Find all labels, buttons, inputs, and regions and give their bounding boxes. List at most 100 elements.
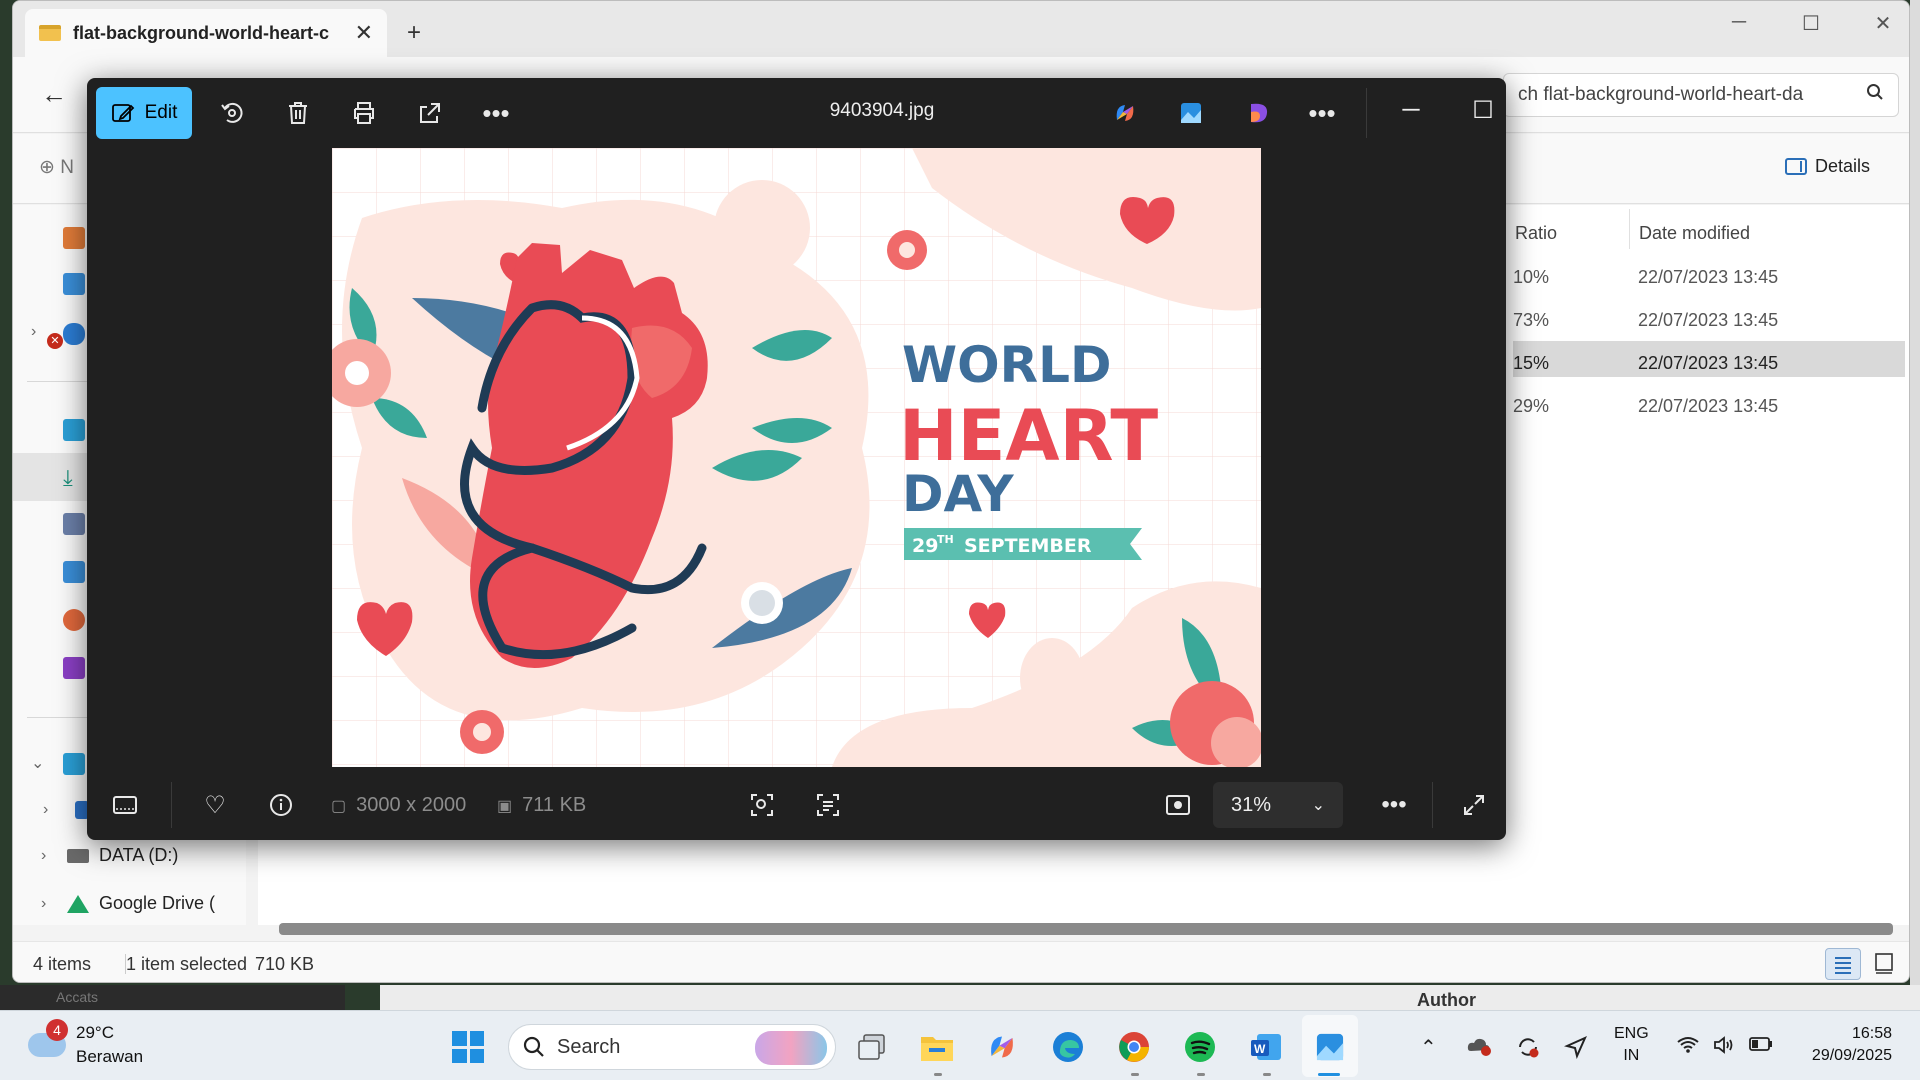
fit-screen-icon[interactable] [1161, 788, 1195, 822]
horizontal-scrollbar[interactable] [279, 923, 1893, 935]
tab-close-icon[interactable]: ✕ [355, 20, 373, 46]
chevron-right-icon[interactable]: › [43, 801, 59, 819]
home-icon[interactable] [63, 227, 85, 249]
table-cell-date[interactable]: 22/07/2023 13:45 [1638, 396, 1778, 417]
image-text-day: DAY [902, 465, 1014, 523]
close-button[interactable]: ✕ [1863, 11, 1903, 36]
wifi-icon[interactable] [1676, 1035, 1700, 1061]
image-file-size: ▣ 711 KB [497, 794, 586, 817]
more-options-icon[interactable]: ••• [479, 96, 513, 130]
explorer-search-box[interactable]: ch flat-background-world-heart-da [1503, 73, 1899, 117]
chevron-right-icon[interactable]: › [41, 847, 57, 865]
clock[interactable]: 16:58 29/09/2025 [1796, 1023, 1892, 1067]
downloads-icon[interactable]: ⤓ [63, 465, 85, 490]
battery-icon[interactable] [1748, 1035, 1774, 1059]
spotify-icon[interactable] [1181, 1028, 1219, 1066]
table-cell-date[interactable]: 22/07/2023 13:45 [1638, 310, 1778, 331]
column-header-date-modified[interactable]: Date modified [1639, 223, 1750, 244]
rotate-icon[interactable] [215, 96, 249, 130]
explorer-search-text[interactable]: ch flat-background-world-heart-da [1518, 84, 1866, 106]
chevron-right-icon[interactable]: › [31, 323, 47, 341]
weather-temperature: 29°C [76, 1023, 114, 1042]
sidebar-item-label: Google Drive ( [99, 893, 216, 913]
zoom-value: 31% [1231, 793, 1272, 816]
show-hidden-icons-chevron-icon[interactable]: ⌃ [1420, 1035, 1437, 1060]
volume-icon[interactable] [1712, 1035, 1736, 1061]
filmstrip-icon[interactable] [108, 788, 142, 822]
table-cell-date[interactable]: 22/07/2023 13:45 [1638, 267, 1778, 288]
music-icon[interactable] [63, 609, 85, 631]
more-options-icon[interactable]: ••• [1377, 788, 1411, 822]
back-arrow-icon[interactable]: ← [41, 79, 67, 110]
maximize-button[interactable]: ☐ [1791, 11, 1831, 36]
documents-icon[interactable] [63, 513, 85, 535]
more-options-icon[interactable]: ••• [1305, 96, 1339, 130]
share-icon[interactable] [413, 96, 447, 130]
copilot-icon[interactable] [983, 1028, 1021, 1066]
designer-icon[interactable] [1242, 96, 1276, 130]
chrome-icon[interactable] [1115, 1028, 1153, 1066]
image-text-world: WORLD [902, 336, 1112, 394]
start-button[interactable] [452, 1031, 484, 1063]
task-view-icon[interactable] [853, 1028, 891, 1066]
new-button[interactable]: ⊕ N [39, 156, 74, 179]
location-arrow-icon[interactable] [1563, 1035, 1588, 1065]
file-explorer-icon[interactable] [918, 1028, 956, 1066]
file-size-value: 711 KB [522, 794, 587, 816]
maximize-button[interactable]: ☐ [1463, 96, 1503, 125]
sync-icon[interactable] [1516, 1035, 1540, 1065]
new-button-label: N [60, 157, 74, 178]
details-view-button[interactable] [1825, 948, 1861, 980]
visual-search-icon[interactable] [745, 788, 779, 822]
photos-bottom-bar: ♡ ▢ 3000 x 2000 ▣ 711 KB 31% ⌄ ••• [87, 772, 1506, 840]
photos-app-icon[interactable] [1174, 96, 1208, 130]
delete-icon[interactable] [281, 96, 315, 130]
onedrive-icon[interactable] [63, 323, 85, 345]
minimize-button[interactable]: ─ [1719, 11, 1759, 34]
photos-app-icon[interactable] [1311, 1028, 1349, 1066]
dimensions-value: 3000 x 2000 [356, 794, 467, 816]
photo-canvas[interactable]: WORLD HEART DAY 29 TH SEPTEMBER [332, 148, 1261, 767]
taskbar-search-box[interactable]: Search [508, 1024, 836, 1070]
running-indicator [934, 1073, 942, 1076]
print-icon[interactable] [347, 96, 381, 130]
gallery-icon[interactable] [63, 273, 85, 295]
weather-badge: 4 [46, 1019, 68, 1041]
fullscreen-expand-icon[interactable] [1457, 788, 1491, 822]
word-icon[interactable]: W [1247, 1028, 1285, 1066]
folder-icon [39, 25, 61, 41]
language-indicator[interactable]: ENG IN [1614, 1023, 1649, 1067]
this-pc-icon[interactable] [63, 753, 85, 775]
info-icon[interactable] [264, 788, 298, 822]
column-header-ratio[interactable]: Ratio [1515, 223, 1557, 244]
active-indicator [1318, 1073, 1340, 1076]
chevron-down-icon[interactable]: ⌄ [31, 753, 47, 773]
new-tab-button[interactable]: + [407, 19, 421, 47]
table-cell-ratio[interactable]: 15% [1513, 353, 1549, 374]
table-cell-ratio[interactable]: 73% [1513, 310, 1549, 331]
favorite-heart-icon[interactable]: ♡ [198, 788, 232, 822]
tiles-view-button[interactable] [1867, 948, 1903, 980]
table-cell-ratio[interactable]: 29% [1513, 396, 1549, 417]
copilot-icon[interactable] [1108, 96, 1142, 130]
image-dimensions: ▢ 3000 x 2000 [331, 794, 466, 817]
edit-button[interactable]: Edit [96, 87, 192, 139]
scan-text-icon[interactable] [811, 788, 845, 822]
videos-icon[interactable] [63, 657, 85, 679]
cloud-sync-error-icon[interactable] [1466, 1035, 1492, 1063]
details-label: Details [1815, 156, 1871, 176]
selection-size: 710 KB [255, 954, 315, 974]
sidebar-item-google-drive[interactable]: › Google Drive ( [41, 893, 215, 914]
pictures-icon[interactable] [63, 561, 85, 583]
table-cell-date[interactable]: 22/07/2023 13:45 [1638, 353, 1778, 374]
zoom-dropdown[interactable]: 31% ⌄ [1213, 782, 1343, 828]
explorer-tab[interactable]: flat-background-world-heart-c ✕ [25, 9, 387, 57]
table-cell-ratio[interactable]: 10% [1513, 267, 1549, 288]
chevron-right-icon[interactable]: › [41, 895, 57, 913]
sidebar-item-data-drive[interactable]: › DATA (D:) [41, 845, 178, 866]
minimize-button[interactable]: ─ [1391, 96, 1431, 124]
edge-icon[interactable] [1049, 1028, 1087, 1066]
search-icon[interactable] [1866, 83, 1884, 107]
desktop-icon[interactable] [63, 419, 85, 441]
details-button[interactable]: Details [1785, 156, 1870, 177]
